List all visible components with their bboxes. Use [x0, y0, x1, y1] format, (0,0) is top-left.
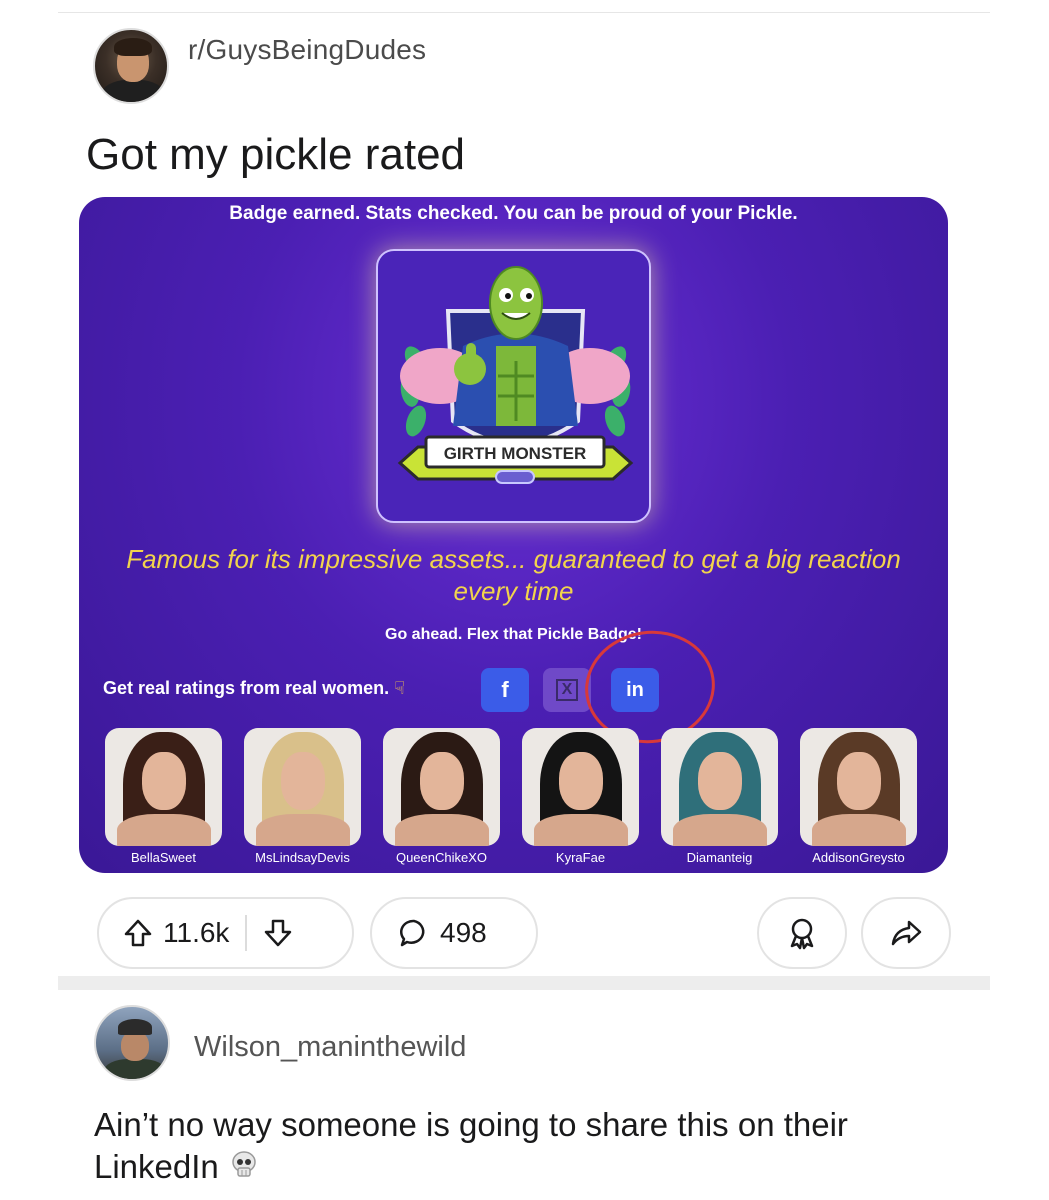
rater-name: QueenChikeXO — [395, 850, 488, 865]
ratings-cta-label: Get real ratings from real women. — [103, 678, 390, 698]
share-button[interactable] — [861, 897, 951, 969]
top-divider — [58, 12, 990, 13]
rater-card[interactable]: MsLindsayDevis — [244, 728, 361, 865]
downvote-icon[interactable] — [263, 918, 293, 948]
rater-card[interactable]: KyraFae — [522, 728, 639, 865]
rater-photo — [800, 728, 917, 846]
comment-username[interactable]: Wilson_maninthewild — [194, 1031, 466, 1064]
skull-emoji-icon — [228, 1149, 260, 1191]
flex-badge-text: Go ahead. Flex that Pickle Badge! — [385, 626, 642, 643]
post-image[interactable]: Badge earned. Stats checked. You can be … — [79, 197, 948, 873]
ratings-cta: Get real ratings from real women. ☟ — [103, 678, 405, 699]
rater-photo — [383, 728, 500, 846]
rater-card[interactable]: BellaSweet — [105, 728, 222, 865]
section-separator — [58, 976, 990, 990]
comment-body: Ain’t no way someone is going to share t… — [94, 1104, 974, 1191]
upvote-count: 11.6k — [163, 917, 230, 948]
facebook-share-button[interactable]: f — [481, 668, 529, 712]
badge-earned-text: Badge earned. Stats checked. You can be … — [229, 203, 798, 224]
comment-bubble-icon — [398, 917, 430, 949]
rater-photo — [244, 728, 361, 846]
post-title[interactable]: Got my pickle rated — [86, 130, 465, 180]
pickle-mascot-illustration: GIRTH MONSTER — [397, 266, 634, 484]
x-share-button[interactable]: X — [543, 668, 591, 712]
award-button[interactable] — [757, 897, 847, 969]
vote-divider — [245, 915, 248, 951]
rater-name: MsLindsayDevis — [255, 850, 350, 865]
rater-photo — [661, 728, 778, 846]
rater-card[interactable]: AddisonGreysto — [800, 728, 917, 865]
vote-bar: 11.6k — [97, 897, 354, 969]
rater-photo — [105, 728, 222, 846]
rater-name: KyraFae — [555, 850, 606, 865]
commenter-avatar[interactable] — [94, 1005, 170, 1081]
pickle-badge-image: GIRTH MONSTER — [376, 249, 651, 523]
comments-button[interactable]: 498 — [370, 897, 538, 969]
comment-text: Ain’t no way someone is going to share t… — [94, 1106, 848, 1185]
subreddit-name[interactable]: r/GuysBeingDudes — [188, 34, 426, 66]
comment-count: 498 — [440, 917, 487, 948]
badge-tagline: Famous for its impressive assets... guar… — [126, 544, 901, 606]
badge-banner-text: GIRTH MONSTER — [444, 444, 587, 463]
subreddit-avatar[interactable] — [93, 28, 169, 104]
facebook-icon: f — [501, 677, 509, 702]
rater-card[interactable]: Diamanteig — [661, 728, 778, 865]
rater-name: BellaSweet — [130, 850, 197, 865]
x-icon: X — [556, 679, 578, 701]
rater-card[interactable]: QueenChikeXO — [383, 728, 500, 865]
pointing-hand-icon: ☟ — [394, 678, 406, 698]
rater-photo — [522, 728, 639, 846]
award-icon — [785, 916, 819, 950]
rater-name: AddisonGreysto — [812, 850, 905, 865]
share-arrow-icon — [889, 916, 923, 950]
upvote-icon[interactable] — [123, 918, 153, 948]
rater-name: Diamanteig — [686, 850, 753, 865]
